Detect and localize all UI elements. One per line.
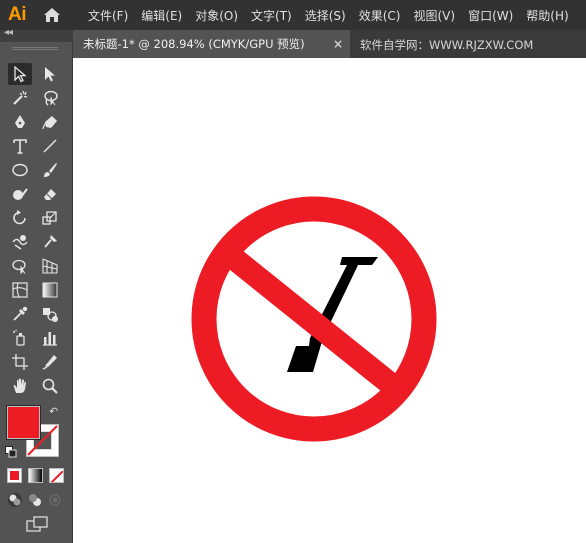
color-mode-button[interactable] (7, 468, 22, 483)
artboard-tool-icon[interactable] (8, 351, 32, 373)
type-tool-icon[interactable] (8, 135, 32, 157)
column-graph-tool-icon[interactable] (38, 327, 62, 349)
slice-tool-icon[interactable] (38, 351, 62, 373)
screen-mode-icon[interactable] (26, 516, 48, 532)
scale-tool-icon[interactable] (38, 207, 62, 229)
menu-items: 文件(F) 编辑(E) 对象(O) 文字(T) 选择(S) 效果(C) 视图(V… (88, 7, 582, 24)
app-logo: Ai (8, 4, 27, 25)
pen-tool-icon[interactable] (8, 111, 32, 133)
zoom-tool-icon[interactable] (38, 375, 62, 397)
mesh-tool-icon[interactable] (8, 279, 32, 301)
panel-grip[interactable] (12, 47, 58, 50)
collapse-panel-icon[interactable]: ◂◂ (4, 27, 13, 38)
swap-fill-stroke-icon[interactable]: ↶ (49, 405, 58, 418)
menu-view[interactable]: 视图(V) (413, 7, 455, 24)
hand-tool-icon[interactable] (8, 375, 32, 397)
puppet-warp-tool-icon[interactable] (38, 231, 62, 253)
shape-builder-tool-icon[interactable] (8, 255, 32, 277)
document-tab-bar: 未标题-1* @ 208.94% (CMYK/GPU 预览) × 软件自学网：W… (73, 30, 586, 58)
gradient-tool-icon[interactable] (38, 279, 62, 301)
menu-type[interactable]: 文字(T) (251, 7, 292, 24)
fill-swatch[interactable] (7, 406, 40, 439)
tools-panel-header: ◂◂ (0, 27, 73, 42)
menu-select[interactable]: 选择(S) (305, 7, 346, 24)
paintbrush-tool-icon[interactable] (38, 159, 62, 181)
home-icon[interactable] (34, 0, 70, 30)
lasso-tool-icon[interactable] (38, 87, 62, 109)
watermark-text: 软件自学网：WWW.RJZXW.COM (360, 38, 534, 52)
close-icon[interactable]: × (333, 37, 343, 51)
gradient-mode-button[interactable] (28, 468, 43, 483)
menu-file[interactable]: 文件(F) (88, 7, 128, 24)
rotate-tool-icon[interactable] (8, 207, 32, 229)
default-fill-stroke-icon[interactable] (5, 446, 17, 458)
warp-tool-icon[interactable] (8, 231, 32, 253)
menu-object[interactable]: 对象(O) (195, 7, 238, 24)
artboard-canvas[interactable] (73, 58, 586, 543)
perspective-grid-tool-icon[interactable] (38, 255, 62, 277)
none-mode-button[interactable] (49, 468, 64, 483)
prohibition-bar (228, 251, 401, 395)
direct-selection-tool-icon[interactable] (38, 63, 62, 85)
selection-tool-icon[interactable] (8, 63, 32, 85)
menu-bar: Ai 文件(F) 编辑(E) 对象(O) 文字(T) 选择(S) 效果(C) 视… (0, 0, 586, 30)
draw-behind-icon[interactable] (27, 492, 43, 508)
eyedropper-tool-icon[interactable] (8, 303, 32, 325)
tool-symbol-blade (287, 338, 323, 372)
document-tab[interactable]: 未标题-1* @ 208.94% (CMYK/GPU 预览) × (73, 30, 350, 58)
draw-inside-icon[interactable] (47, 492, 63, 508)
menu-edit[interactable]: 编辑(E) (141, 7, 182, 24)
menu-help[interactable]: 帮助(H) (526, 7, 568, 24)
tools-panel: ◂◂ ↶ (0, 27, 73, 543)
shaper-tool-icon[interactable] (8, 183, 32, 205)
menu-window[interactable]: 窗口(W) (468, 7, 513, 24)
curvature-tool-icon[interactable] (38, 111, 62, 133)
line-segment-tool-icon[interactable] (38, 135, 62, 157)
document-tab-title: 未标题-1* @ 208.94% (CMYK/GPU 预览) (83, 37, 305, 51)
prohibition-sign-artwork[interactable] (191, 196, 437, 442)
magic-wand-tool-icon[interactable] (8, 87, 32, 109)
eraser-tool-icon[interactable] (38, 183, 62, 205)
menu-effect[interactable]: 效果(C) (359, 7, 401, 24)
blend-tool-icon[interactable] (38, 303, 62, 325)
symbol-sprayer-tool-icon[interactable] (8, 327, 32, 349)
tool-symbol-grip (340, 257, 378, 265)
ellipse-tool-icon[interactable] (8, 159, 32, 181)
draw-normal-icon[interactable] (7, 492, 23, 508)
